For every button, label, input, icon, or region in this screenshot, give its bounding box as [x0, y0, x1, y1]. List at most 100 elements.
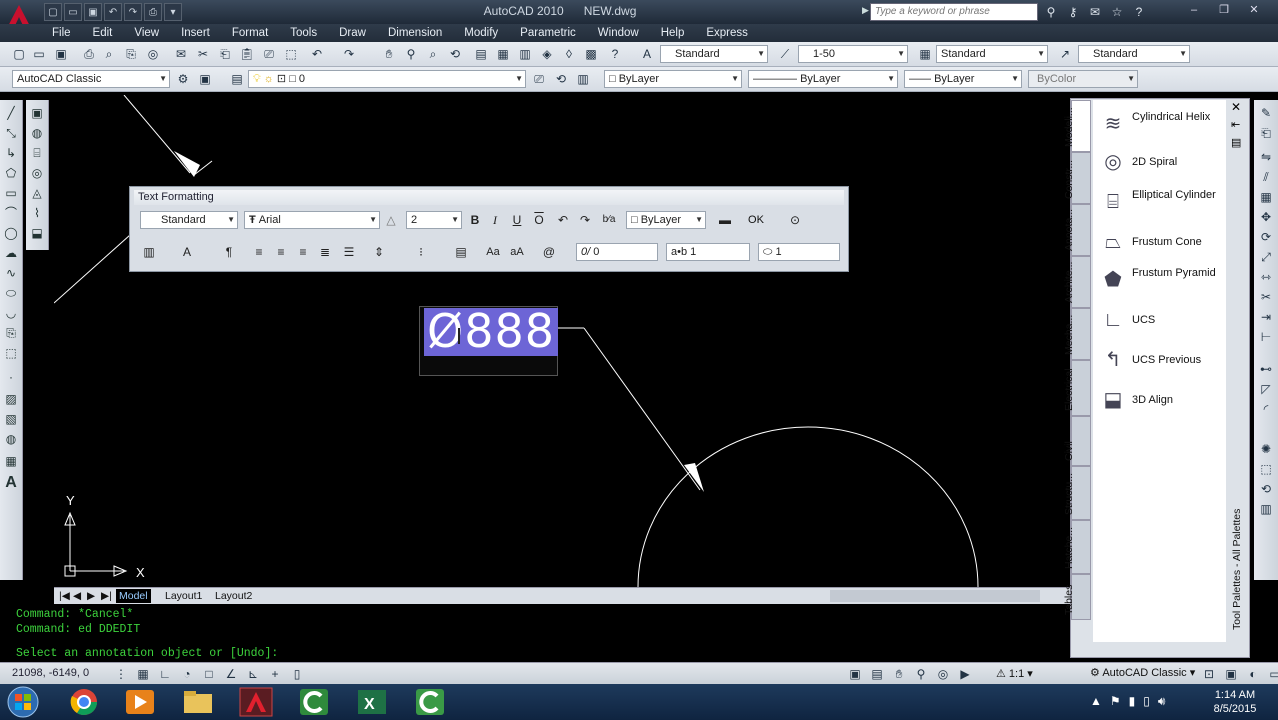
tab-last-icon[interactable]: ▶|: [98, 589, 115, 603]
clean-screen-icon[interactable]: ▭: [1266, 665, 1278, 683]
tab-prev-icon[interactable]: ◀: [70, 589, 84, 603]
cut-icon[interactable]: ✂: [194, 45, 212, 63]
menu-dimension[interactable]: Dimension: [388, 24, 442, 42]
copy-icon[interactable]: ⎗: [1257, 124, 1275, 142]
copy-icon[interactable]: ⎗: [216, 45, 234, 63]
close-icon[interactable]: ✕: [1240, 2, 1268, 18]
underline-button[interactable]: U: [508, 211, 526, 229]
move-icon[interactable]: ✥: [1257, 208, 1275, 226]
rectangle-icon[interactable]: ▭: [2, 184, 20, 202]
redo-icon[interactable]: ↷: [576, 211, 594, 229]
open-icon[interactable]: ▭: [30, 45, 48, 63]
sheet-set-icon[interactable]: ◈: [538, 45, 556, 63]
quick-view-icon[interactable]: ▤: [868, 665, 886, 683]
palette-item-2d-spiral[interactable]: ◎ 2D Spiral: [1099, 146, 1224, 178]
zoom-icon[interactable]: ⚲: [912, 665, 930, 683]
dyn-icon[interactable]: +: [266, 665, 284, 683]
multileader-style-icon[interactable]: ↗: [1056, 45, 1074, 63]
menu-help[interactable]: Help: [661, 24, 685, 42]
construction-line-icon[interactable]: ⤡: [2, 124, 20, 142]
zoom-realtime-icon[interactable]: ⚲: [402, 45, 420, 63]
tab-model[interactable]: Model: [116, 589, 151, 603]
oblique-angle-field[interactable]: 0/ 0: [576, 243, 658, 261]
tray-expand-icon[interactable]: ▲: [1090, 694, 1102, 709]
palette-item-elliptical-cylinder[interactable]: ⌸ Elliptical Cylinder: [1099, 186, 1224, 218]
spline-icon[interactable]: ∿: [2, 264, 20, 282]
circle-icon[interactable]: ◯: [2, 224, 20, 242]
pan-icon[interactable]: ✋︎: [890, 665, 908, 683]
helix-icon[interactable]: ⌇: [28, 204, 46, 222]
bold-button[interactable]: B: [466, 211, 484, 229]
mtext-selected-text[interactable]: Ø888: [424, 308, 558, 356]
tab-layout2[interactable]: Layout2: [212, 589, 255, 603]
block-editor-icon[interactable]: ⬚: [282, 45, 300, 63]
plot-icon[interactable]: ⎙: [144, 3, 162, 21]
text-formatting-title[interactable]: Text Formatting: [134, 190, 844, 205]
options-icon[interactable]: ⊙: [786, 211, 804, 229]
tool-palettes-icon[interactable]: ▥: [516, 45, 534, 63]
palette-item-frustum-pyramid[interactable]: ⬟ Frustum Pyramid: [1099, 264, 1224, 296]
dim-style-icon[interactable]: ⟋: [776, 45, 794, 63]
polar-icon[interactable]: ◔: [178, 665, 196, 683]
palette-item-ucs[interactable]: ∟ UCS: [1099, 304, 1224, 336]
explode-icon[interactable]: ✺: [1257, 440, 1275, 458]
uppercase-icon[interactable]: Aa: [484, 243, 502, 261]
make-current-layer-icon[interactable]: ⎚: [530, 70, 548, 88]
text-style-icon[interactable]: A: [638, 45, 656, 63]
lowercase-icon[interactable]: aA: [508, 243, 526, 261]
palette-tab-annotation[interactable]: Annota...: [1063, 204, 1091, 256]
symbol-icon[interactable]: @: [540, 243, 558, 261]
ortho-icon[interactable]: ∟: [156, 665, 174, 683]
justify-icon[interactable]: ≣: [316, 243, 334, 261]
help-icon[interactable]: ?: [1130, 3, 1148, 21]
camtasia-recorder-icon[interactable]: [404, 686, 456, 718]
line-icon[interactable]: ╱: [2, 104, 20, 122]
otrack-icon[interactable]: ∠: [222, 665, 240, 683]
workspace-combo[interactable]: AutoCAD Classic ▼: [12, 70, 170, 88]
paste-icon[interactable]: 📋︎: [238, 45, 256, 63]
layer-state-icon[interactable]: ▥: [574, 70, 592, 88]
scale-icon[interactable]: ⤢: [1257, 248, 1275, 266]
multiline-text-icon[interactable]: A: [2, 474, 20, 492]
match-properties-icon[interactable]: ⎚: [260, 45, 278, 63]
isolate-icon[interactable]: ◐: [1244, 665, 1262, 683]
numbering-icon[interactable]: ⁝: [412, 243, 430, 261]
search-expand-icon[interactable]: ▶: [862, 5, 869, 16]
chamfer-icon[interactable]: ◸: [1257, 380, 1275, 398]
columns-icon[interactable]: ▥: [140, 243, 158, 261]
ellipse-arc-icon[interactable]: ◡: [2, 304, 20, 322]
volume-icon[interactable]: 🔊︎: [1158, 694, 1166, 709]
3d-move-icon[interactable]: ⬚: [1257, 460, 1275, 478]
drawing-canvas[interactable]: Y X: [53, 94, 1070, 588]
revision-cloud-icon[interactable]: ☁︎: [2, 244, 20, 262]
layer-previous-icon[interactable]: ⟲: [552, 70, 570, 88]
insert-field-icon[interactable]: ▤: [452, 243, 470, 261]
lineweight-toggle-icon[interactable]: ▯: [288, 665, 306, 683]
plot-preview-icon[interactable]: ⌕: [100, 45, 118, 63]
array-icon[interactable]: ▦: [1257, 188, 1275, 206]
tf-style-combo[interactable]: Standard ▼: [140, 211, 238, 229]
cylinder-icon[interactable]: ⌸: [28, 144, 46, 162]
dim-style-combo[interactable]: Standard ▼: [936, 45, 1048, 63]
point-icon[interactable]: ·: [2, 368, 20, 386]
menu-parametric[interactable]: Parametric: [520, 24, 576, 42]
menu-draw[interactable]: Draw: [339, 24, 366, 42]
palette-properties-icon[interactable]: ▤: [1231, 136, 1241, 149]
taskbar-clock[interactable]: 1:14 AM 8/5/2015: [1205, 688, 1265, 716]
torus-icon[interactable]: ◎: [28, 164, 46, 182]
camtasia-icon[interactable]: [288, 686, 340, 718]
offset-icon[interactable]: ⫽: [1257, 168, 1275, 186]
tab-next-icon[interactable]: ▶: [84, 589, 98, 603]
palette-tab-modeling[interactable]: Modeli...: [1063, 100, 1091, 152]
palette-item-cylindrical-helix[interactable]: ≋ Cylindrical Helix: [1099, 108, 1224, 140]
linetype-combo[interactable]: ———— ByLayer ▼: [748, 70, 898, 88]
sphere-icon[interactable]: ◍: [28, 124, 46, 142]
media-player-icon[interactable]: [114, 686, 166, 718]
publish-icon[interactable]: ⎘: [122, 45, 140, 63]
chrome-icon[interactable]: [58, 686, 110, 718]
autocad-taskbar-icon[interactable]: [230, 686, 282, 718]
communication-icon[interactable]: ✉: [1086, 3, 1104, 21]
action-center-icon[interactable]: ⚑: [1110, 694, 1121, 709]
showmotion-icon[interactable]: ▶: [956, 665, 974, 683]
undo-icon[interactable]: ↶: [104, 3, 122, 21]
